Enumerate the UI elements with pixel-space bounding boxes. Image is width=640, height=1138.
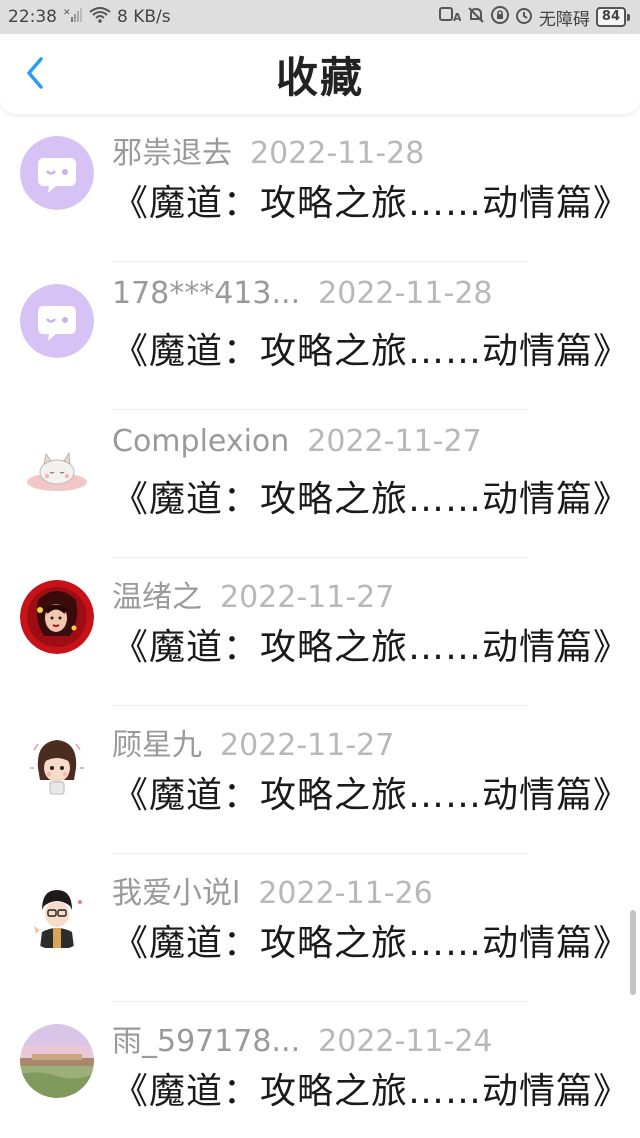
item-meta: 雨_597178... 2022-11-24: [112, 1016, 493, 1059]
girl-avatar-icon: [20, 728, 94, 802]
book-title: 《魔道：攻略之旅……动情篇》: [112, 183, 631, 224]
translate-icon: A: [438, 6, 462, 28]
item-meta: 温绪之 2022-11-27: [112, 572, 395, 615]
svg-text:✕: ✕: [63, 8, 71, 18]
date: 2022-11-28: [318, 276, 493, 311]
back-button[interactable]: [18, 56, 52, 90]
item-meta: 顾星九 2022-11-27: [112, 720, 395, 763]
avatar[interactable]: [20, 136, 94, 210]
avatar[interactable]: [20, 580, 94, 654]
clock: 22:38: [8, 7, 57, 27]
boy-avatar-icon: [20, 876, 94, 950]
avatar[interactable]: [20, 1024, 94, 1098]
username: 顾星九: [112, 728, 202, 763]
favorites-list: 邪祟退去 2022-11-28 《魔道：攻略之旅……动情篇》 178***413.…: [0, 114, 640, 1138]
scrollbar[interactable]: [630, 910, 636, 995]
username: 178***413...: [112, 276, 301, 311]
chevron-left-icon: [27, 57, 43, 89]
battery-indicator: 84: [595, 7, 631, 27]
username: 雨_597178...: [112, 1024, 301, 1059]
no-signal-icon: ✕: [63, 7, 83, 27]
book-title: 《魔道：攻略之旅……动情篇》: [112, 627, 631, 668]
chat-bubble-icon: [20, 136, 94, 210]
date: 2022-11-27: [220, 728, 395, 763]
list-item[interactable]: 雨_597178... 2022-11-24 《魔道：攻略之旅……动情篇》: [0, 1002, 640, 1138]
cat-avatar-icon: [20, 432, 94, 506]
avatar[interactable]: [20, 876, 94, 950]
avatar[interactable]: [20, 432, 94, 506]
status-bar: 22:38 ✕ 8 KB/s A 无障碍 84: [0, 0, 640, 34]
page-title: 收藏: [275, 52, 364, 102]
lock-icon: [490, 6, 509, 28]
book-title: 《魔道：攻略之旅……动情篇》: [112, 331, 631, 372]
network-speed: 8 KB/s: [117, 7, 171, 27]
list-item[interactable]: 温绪之 2022-11-27 《魔道：攻略之旅……动情篇》: [0, 558, 640, 706]
accessibility-label: 无障碍: [538, 9, 590, 30]
svg-text:A: A: [453, 11, 461, 24]
alarm-icon: [515, 6, 533, 28]
item-meta: 邪祟退去 2022-11-28: [112, 128, 425, 171]
username: 邪祟退去: [112, 136, 232, 171]
list-item[interactable]: Complexion 2022-11-27 《魔道：攻略之旅……动情篇》: [0, 410, 640, 558]
wifi-icon: [89, 7, 111, 27]
list-item[interactable]: 178***413... 2022-11-28 《魔道：攻略之旅……动情篇》: [0, 262, 640, 410]
list-item[interactable]: 顾星九 2022-11-27 《魔道：攻略之旅……动情篇》: [0, 706, 640, 854]
username: Complexion: [112, 424, 290, 459]
avatar[interactable]: [20, 728, 94, 802]
book-title: 《魔道：攻略之旅……动情篇》: [112, 1071, 631, 1112]
date: 2022-11-28: [250, 136, 425, 171]
date: 2022-11-27: [307, 424, 482, 459]
mute-bell-icon: [467, 6, 485, 28]
avatar[interactable]: [20, 284, 94, 358]
list-item[interactable]: 我爱小说l 2022-11-26 《魔道：攻略之旅……动情篇》: [0, 854, 640, 1002]
date: 2022-11-26: [258, 876, 433, 911]
chat-bubble-icon: [20, 284, 94, 358]
header: 收藏: [0, 34, 640, 114]
landscape-avatar-icon: [20, 1024, 94, 1098]
date: 2022-11-24: [318, 1024, 493, 1059]
book-title: 《魔道：攻略之旅……动情篇》: [112, 923, 631, 964]
book-title: 《魔道：攻略之旅……动情篇》: [112, 775, 631, 816]
item-meta: Complexion 2022-11-27: [112, 424, 482, 464]
date: 2022-11-27: [220, 580, 395, 615]
item-meta: 我爱小说l 2022-11-26: [112, 868, 433, 911]
username: 我爱小说l: [112, 876, 241, 911]
list-item[interactable]: 邪祟退去 2022-11-28 《魔道：攻略之旅……动情篇》: [0, 114, 640, 262]
book-title: 《魔道：攻略之旅……动情篇》: [112, 479, 631, 520]
portrait-avatar-icon: [20, 580, 94, 654]
item-meta: 178***413... 2022-11-28: [112, 276, 493, 316]
username: 温绪之: [112, 580, 202, 615]
